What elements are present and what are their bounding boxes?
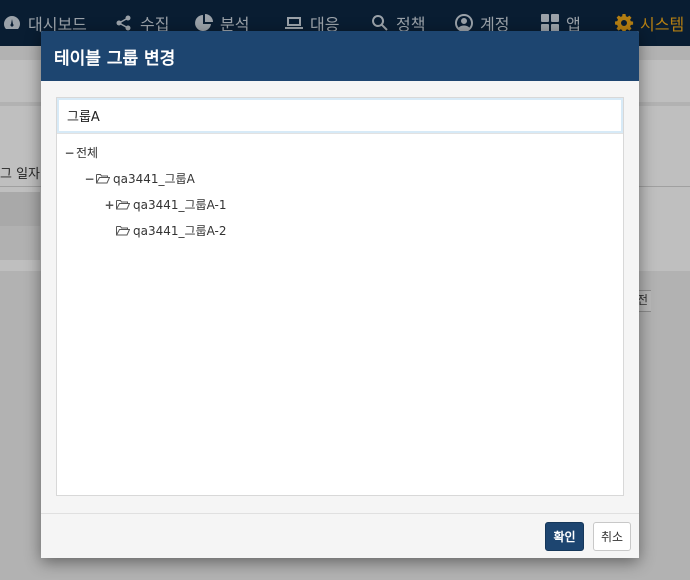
folder-open-icon [116,200,130,210]
tree-node-group-a-1[interactable]: + qa3441_그룹A-1 [104,196,227,213]
dialog-title: 테이블 그룹 변경 [54,48,176,69]
collapse-icon[interactable]: − [64,146,75,160]
tree-node-label[interactable]: qa3441_그룹A-2 [133,222,227,239]
expand-icon[interactable]: + [104,198,115,212]
dialog-footer: 확인 취소 [41,513,639,558]
tree-node-label[interactable]: qa3441_그룹A-1 [133,196,227,213]
change-table-group-dialog: 테이블 그룹 변경 − 전체 − qa3441_그룹A + qa3441_그룹A… [41,31,639,558]
group-tree-panel: − 전체 − qa3441_그룹A + qa3441_그룹A-1 qa3441_… [56,97,624,496]
tree-node-label[interactable]: qa3441_그룹A [113,170,195,187]
group-search-input[interactable] [57,98,623,134]
folder-open-icon [116,226,130,236]
folder-open-icon [96,174,110,184]
confirm-button[interactable]: 확인 [545,522,584,551]
dialog-header: 테이블 그룹 변경 [41,31,639,81]
cancel-button[interactable]: 취소 [593,522,631,551]
tree-node-group-a-2[interactable]: qa3441_그룹A-2 [116,222,227,239]
tree-node-group-a[interactable]: − qa3441_그룹A [84,170,195,187]
dialog-body: − 전체 − qa3441_그룹A + qa3441_그룹A-1 qa3441_… [41,81,639,513]
collapse-icon[interactable]: − [84,172,95,186]
tree-node-label[interactable]: 전체 [76,144,98,161]
tree-node-all[interactable]: − 전체 [64,144,98,161]
